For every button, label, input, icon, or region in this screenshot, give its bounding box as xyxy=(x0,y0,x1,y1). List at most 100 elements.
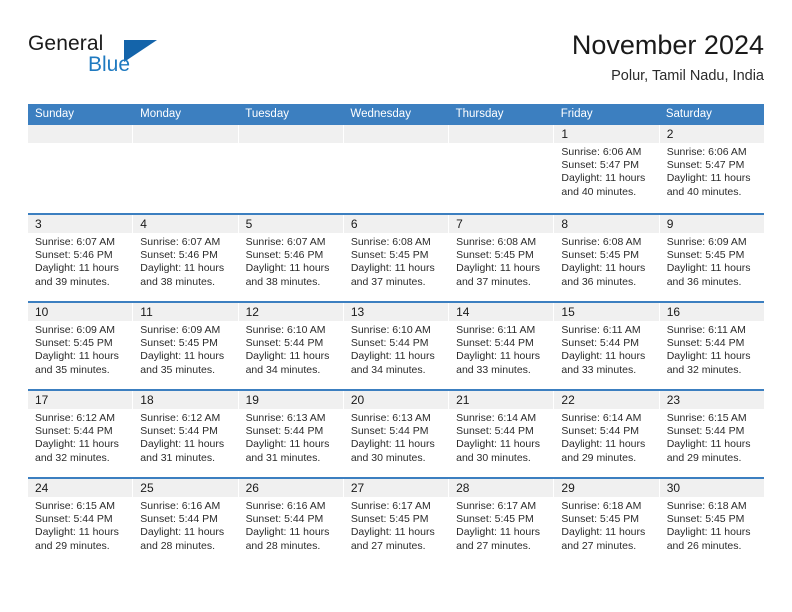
daylight-text-line2: and 29 minutes. xyxy=(561,451,637,464)
day-number: 24 xyxy=(28,479,133,497)
day-cell[interactable]: 30 Sunrise: 6:18 AM Sunset: 5:45 PM Dayl… xyxy=(659,479,764,565)
sunrise-text: Sunrise: 6:16 AM xyxy=(140,500,221,512)
day-info: Sunrise: 6:08 AM Sunset: 5:45 PM Dayligh… xyxy=(449,233,553,289)
sunset-text: Sunset: 5:44 PM xyxy=(350,425,429,438)
day-cell[interactable]: 11 Sunrise: 6:09 AM Sunset: 5:45 PM Dayl… xyxy=(133,303,239,389)
sunrise-text: Sunrise: 6:13 AM xyxy=(245,412,326,424)
day-info: Sunrise: 6:07 AM Sunset: 5:46 PM Dayligh… xyxy=(133,233,237,289)
day-cell[interactable]: 18 Sunrise: 6:12 AM Sunset: 5:44 PM Dayl… xyxy=(133,391,239,477)
day-cell[interactable] xyxy=(28,125,134,213)
weekday-header-row: Sunday Monday Tuesday Wednesday Thursday… xyxy=(28,104,764,125)
page-title: November 2024 xyxy=(571,30,764,60)
day-cell[interactable]: 8 Sunrise: 6:08 AM Sunset: 5:45 PM Dayli… xyxy=(554,215,660,301)
day-cell[interactable]: 21 Sunrise: 6:14 AM Sunset: 5:44 PM Dayl… xyxy=(449,391,555,477)
daylight-text-line1: Daylight: 11 hours xyxy=(666,262,751,275)
day-cell[interactable]: 12 Sunrise: 6:10 AM Sunset: 5:44 PM Dayl… xyxy=(238,303,344,389)
daylight-text-line1: Daylight: 11 hours xyxy=(456,262,540,275)
daylight-text-line2: and 40 minutes. xyxy=(561,185,637,198)
day-cell[interactable] xyxy=(238,125,344,213)
daylight-text-line1: Daylight: 11 hours xyxy=(666,438,751,451)
daylight-text-line2: and 37 minutes. xyxy=(350,275,426,288)
daylight-text-line2: and 36 minutes. xyxy=(561,275,637,288)
day-cell[interactable]: 13 Sunrise: 6:10 AM Sunset: 5:44 PM Dayl… xyxy=(343,303,450,389)
day-info: Sunrise: 6:14 AM Sunset: 5:44 PM Dayligh… xyxy=(449,409,553,465)
daylight-text-line2: and 30 minutes. xyxy=(350,451,426,464)
day-number: 17 xyxy=(28,391,133,409)
day-cell[interactable] xyxy=(449,125,555,213)
daylight-text-line2: and 35 minutes. xyxy=(140,363,215,376)
sunset-text: Sunset: 5:45 PM xyxy=(456,513,534,526)
sunset-text: Sunset: 5:47 PM xyxy=(561,159,640,172)
weekday-monday: Monday xyxy=(140,108,182,120)
weekday-saturday: Saturday xyxy=(665,108,712,120)
daylight-text-line1: Daylight: 11 hours xyxy=(456,350,540,363)
day-cell[interactable]: 4 Sunrise: 6:07 AM Sunset: 5:46 PM Dayli… xyxy=(133,215,239,301)
daylight-text-line1: Daylight: 11 hours xyxy=(35,350,119,363)
day-number: 10 xyxy=(28,303,133,321)
day-cell[interactable]: 15 Sunrise: 6:11 AM Sunset: 5:44 PM Dayl… xyxy=(554,303,660,389)
day-info: Sunrise: 6:17 AM Sunset: 5:45 PM Dayligh… xyxy=(449,497,553,553)
calendar-grid: Sunday Monday Tuesday Wednesday Thursday… xyxy=(28,104,764,565)
day-cell[interactable]: 1 Sunrise: 6:06 AM Sunset: 5:47 PM Dayli… xyxy=(554,125,660,213)
sunrise-text: Sunrise: 6:10 AM xyxy=(245,324,326,336)
day-number xyxy=(133,125,238,143)
sunrise-text: Sunrise: 6:16 AM xyxy=(245,500,326,512)
day-info: Sunrise: 6:09 AM Sunset: 5:45 PM Dayligh… xyxy=(133,321,237,377)
day-cell[interactable]: 17 Sunrise: 6:12 AM Sunset: 5:44 PM Dayl… xyxy=(28,391,134,477)
day-number: 15 xyxy=(554,303,659,321)
day-cell[interactable]: 14 Sunrise: 6:11 AM Sunset: 5:44 PM Dayl… xyxy=(449,303,555,389)
day-cell[interactable]: 26 Sunrise: 6:16 AM Sunset: 5:44 PM Dayl… xyxy=(238,479,344,565)
daylight-text-line2: and 40 minutes. xyxy=(666,185,742,198)
sunrise-text: Sunrise: 6:18 AM xyxy=(561,500,642,512)
day-cell[interactable]: 23 Sunrise: 6:15 AM Sunset: 5:44 PM Dayl… xyxy=(659,391,764,477)
day-info: Sunrise: 6:08 AM Sunset: 5:45 PM Dayligh… xyxy=(344,233,448,289)
day-cell[interactable]: 5 Sunrise: 6:07 AM Sunset: 5:46 PM Dayli… xyxy=(238,215,344,301)
day-cell[interactable]: 7 Sunrise: 6:08 AM Sunset: 5:45 PM Dayli… xyxy=(449,215,555,301)
weekday-tuesday: Tuesday xyxy=(245,108,289,120)
weekday-thursday: Thursday xyxy=(455,108,504,120)
day-cell[interactable]: 19 Sunrise: 6:13 AM Sunset: 5:44 PM Dayl… xyxy=(238,391,344,477)
day-cell[interactable] xyxy=(133,125,239,213)
sunrise-text: Sunrise: 6:06 AM xyxy=(561,146,642,158)
day-cell[interactable]: 25 Sunrise: 6:16 AM Sunset: 5:44 PM Dayl… xyxy=(133,479,239,565)
day-cell[interactable]: 24 Sunrise: 6:15 AM Sunset: 5:44 PM Dayl… xyxy=(28,479,134,565)
day-cell[interactable]: 20 Sunrise: 6:13 AM Sunset: 5:44 PM Dayl… xyxy=(343,391,450,477)
logo-text-blue: Blue xyxy=(88,53,131,76)
day-cell[interactable]: 28 Sunrise: 6:17 AM Sunset: 5:45 PM Dayl… xyxy=(449,479,555,565)
day-number: 19 xyxy=(238,391,343,409)
daylight-text-line1: Daylight: 11 hours xyxy=(456,438,540,451)
day-cell[interactable]: 16 Sunrise: 6:11 AM Sunset: 5:44 PM Dayl… xyxy=(659,303,764,389)
day-number: 8 xyxy=(554,215,659,233)
day-cell[interactable]: 27 Sunrise: 6:17 AM Sunset: 5:45 PM Dayl… xyxy=(343,479,450,565)
sunrise-text: Sunrise: 6:13 AM xyxy=(350,412,431,424)
day-cell[interactable]: 3 Sunrise: 6:07 AM Sunset: 5:46 PM Dayli… xyxy=(28,215,134,301)
daylight-text-line1: Daylight: 11 hours xyxy=(561,262,646,275)
sunset-text: Sunset: 5:45 PM xyxy=(350,249,429,262)
day-number: 9 xyxy=(659,215,764,233)
daylight-text-line1: Daylight: 11 hours xyxy=(561,438,646,451)
daylight-text-line2: and 33 minutes. xyxy=(456,363,531,376)
day-cell[interactable] xyxy=(343,125,450,213)
sunset-text: Sunset: 5:44 PM xyxy=(561,425,640,438)
daylight-text-line1: Daylight: 11 hours xyxy=(666,526,751,539)
week-row: 10 Sunrise: 6:09 AM Sunset: 5:45 PM Dayl… xyxy=(28,301,764,389)
daylight-text-line2: and 31 minutes. xyxy=(245,451,321,464)
day-number: 1 xyxy=(554,125,659,143)
page-header: General Blue November 2024 Polur, Tamil … xyxy=(28,28,764,90)
day-cell[interactable]: 29 Sunrise: 6:18 AM Sunset: 5:45 PM Dayl… xyxy=(554,479,660,565)
week-row: 1 Sunrise: 6:06 AM Sunset: 5:47 PM Dayli… xyxy=(28,125,764,213)
day-cell[interactable]: 10 Sunrise: 6:09 AM Sunset: 5:45 PM Dayl… xyxy=(28,303,134,389)
day-cell[interactable]: 2 Sunrise: 6:06 AM Sunset: 5:47 PM Dayli… xyxy=(659,125,764,213)
title-block: November 2024 Polur, Tamil Nadu, India xyxy=(572,28,764,87)
day-number: 3 xyxy=(28,215,133,233)
day-info: Sunrise: 6:11 AM Sunset: 5:44 PM Dayligh… xyxy=(660,321,764,377)
daylight-text-line2: and 31 minutes. xyxy=(140,451,215,464)
day-cell[interactable]: 9 Sunrise: 6:09 AM Sunset: 5:45 PM Dayli… xyxy=(659,215,764,301)
general-blue-logo[interactable]: General Blue xyxy=(28,32,248,88)
day-cell[interactable]: 6 Sunrise: 6:08 AM Sunset: 5:45 PM Dayli… xyxy=(343,215,450,301)
day-cell[interactable]: 22 Sunrise: 6:14 AM Sunset: 5:44 PM Dayl… xyxy=(554,391,660,477)
calendar-page: General Blue November 2024 Polur, Tamil … xyxy=(0,0,792,612)
day-number: 20 xyxy=(343,391,449,409)
sunrise-text: Sunrise: 6:06 AM xyxy=(666,146,747,158)
day-number: 27 xyxy=(343,479,449,497)
